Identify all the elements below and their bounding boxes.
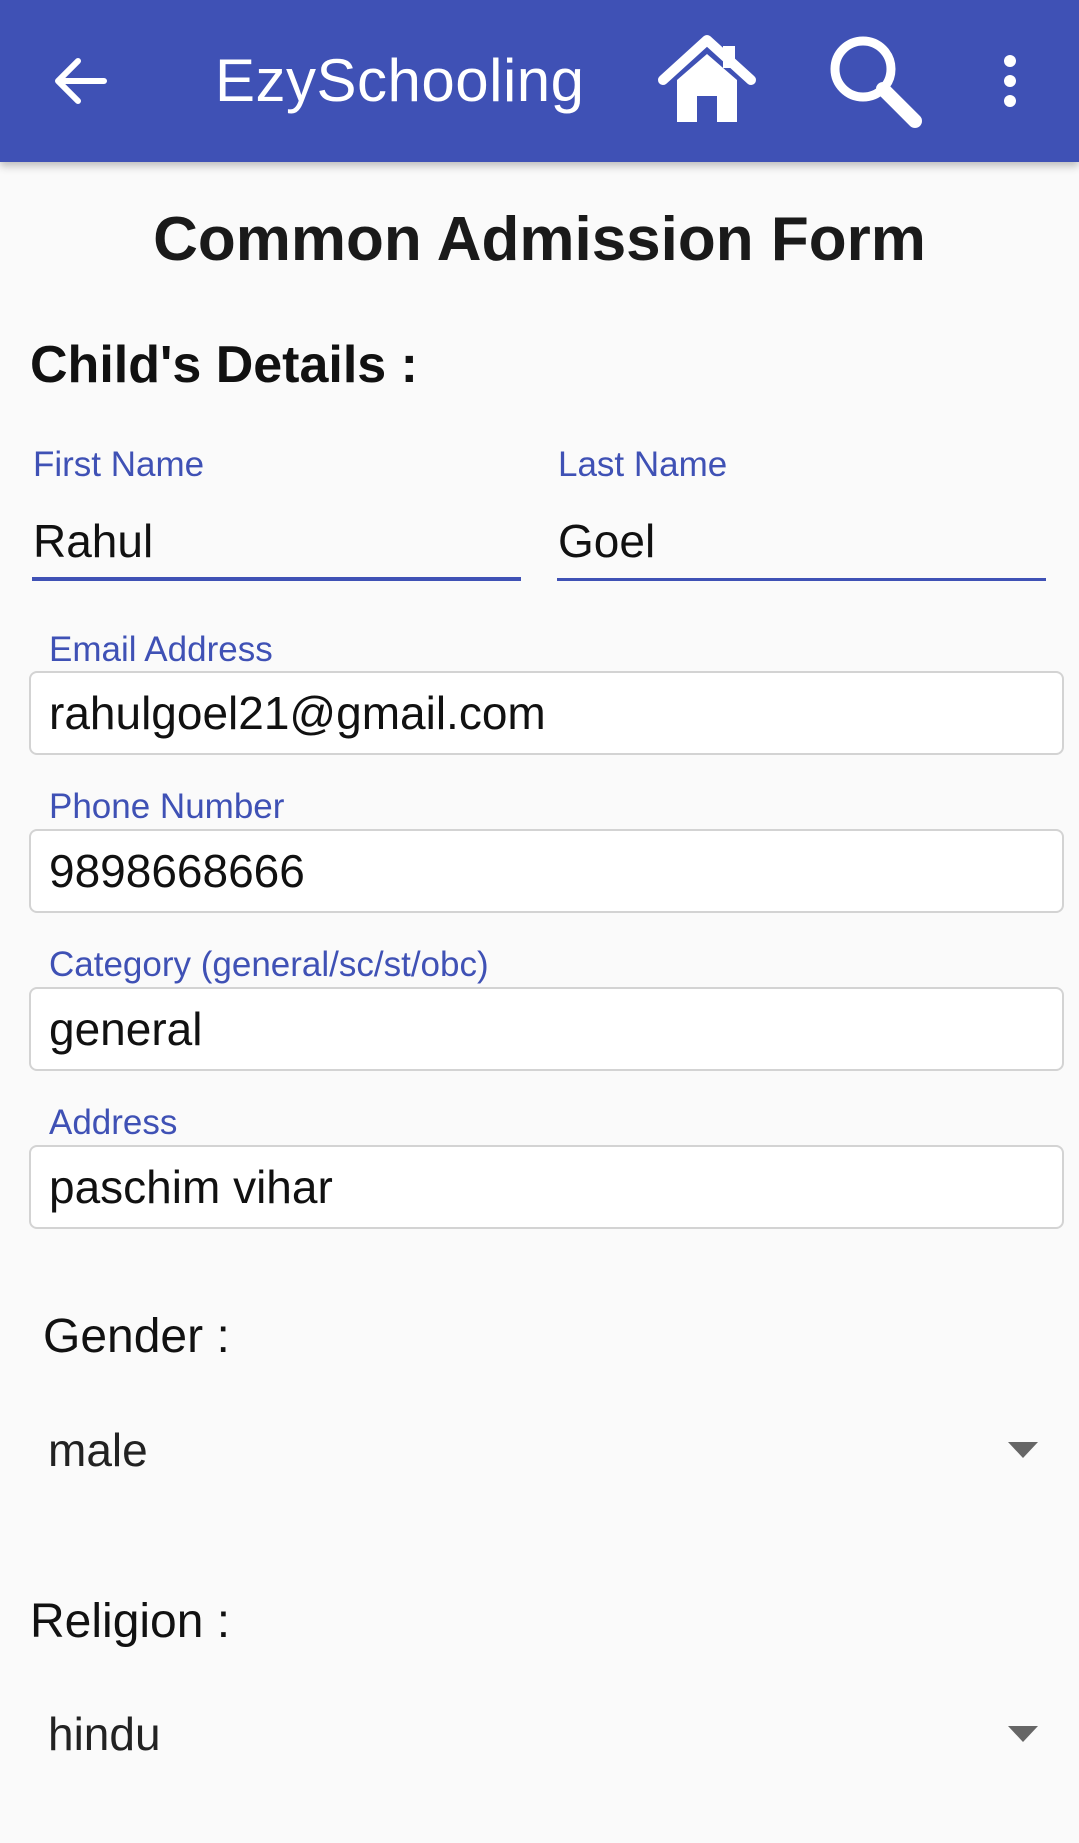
first-name-label: First Name (33, 445, 205, 484)
address-field[interactable]: paschim vihar (29, 1145, 1064, 1229)
gender-select[interactable]: male (48, 1410, 1038, 1490)
app-title: EzySchooling (215, 47, 585, 114)
category-field[interactable]: general (29, 987, 1064, 1071)
dropdown-arrow-icon (1008, 1726, 1038, 1742)
phone-field[interactable]: 9898668666 (29, 829, 1064, 913)
more-vert-icon[interactable] (990, 44, 1030, 118)
phone-label: Phone Number (49, 787, 285, 826)
page-title: Common Admission Form (153, 205, 926, 274)
religion-value: hindu (48, 1708, 161, 1760)
last-name-field[interactable]: Goel (558, 511, 1045, 571)
gender-value: male (48, 1424, 148, 1476)
dropdown-arrow-icon (1008, 1442, 1038, 1458)
email-field[interactable]: rahulgoel21@gmail.com (29, 671, 1064, 755)
last-name-underline (557, 578, 1046, 581)
home-icon[interactable] (655, 32, 759, 128)
category-label: Category (general/sc/st/obc) (49, 945, 489, 984)
religion-select[interactable]: hindu (48, 1694, 1038, 1774)
religion-label: Religion : (30, 1595, 231, 1648)
search-icon[interactable] (822, 28, 928, 134)
section-title: Child's Details : (30, 336, 418, 394)
app-bar: EzySchooling (0, 0, 1079, 162)
gender-label: Gender : (43, 1310, 230, 1363)
first-name-field[interactable]: Rahul (33, 511, 520, 571)
last-name-label: Last Name (558, 445, 728, 484)
address-label: Address (49, 1103, 178, 1142)
email-label: Email Address (49, 630, 273, 669)
first-name-underline (32, 577, 521, 581)
back-arrow-icon[interactable] (46, 40, 118, 122)
